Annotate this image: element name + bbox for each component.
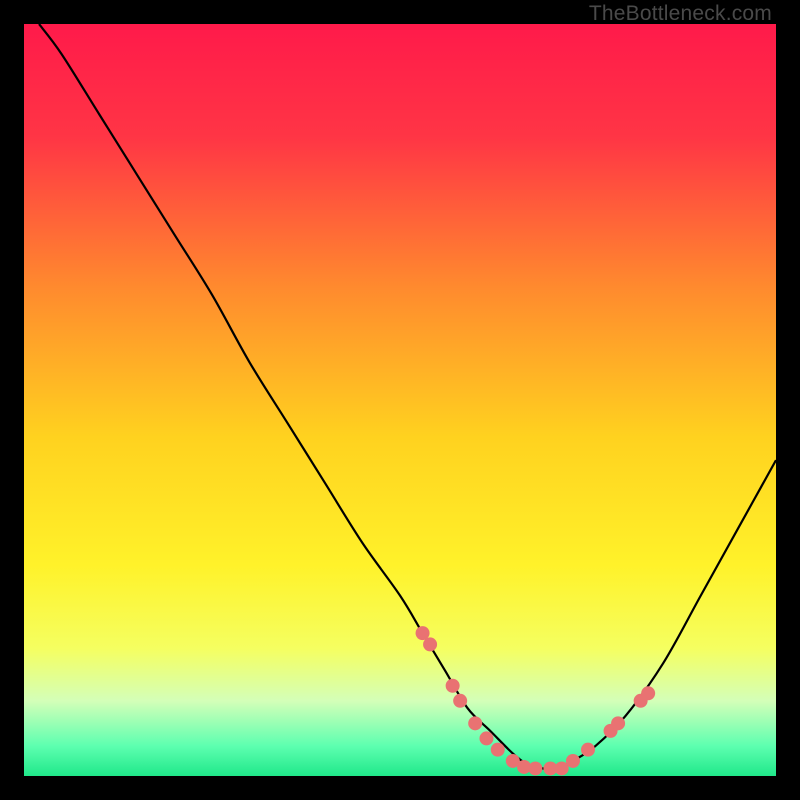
- plot-area: [24, 24, 776, 776]
- marker-dot: [611, 716, 625, 730]
- marker-dot: [479, 731, 493, 745]
- chart-frame: [24, 24, 776, 776]
- marker-dot: [641, 686, 655, 700]
- marker-dot: [528, 761, 542, 775]
- marker-dot: [566, 754, 580, 768]
- marker-dot: [446, 679, 460, 693]
- watermark-text: TheBottleneck.com: [589, 2, 772, 26]
- marker-dot: [453, 694, 467, 708]
- marker-dot: [468, 716, 482, 730]
- marker-dot: [491, 743, 505, 757]
- bottleneck-chart: [24, 24, 776, 776]
- marker-dot: [581, 743, 595, 757]
- marker-dot: [423, 637, 437, 651]
